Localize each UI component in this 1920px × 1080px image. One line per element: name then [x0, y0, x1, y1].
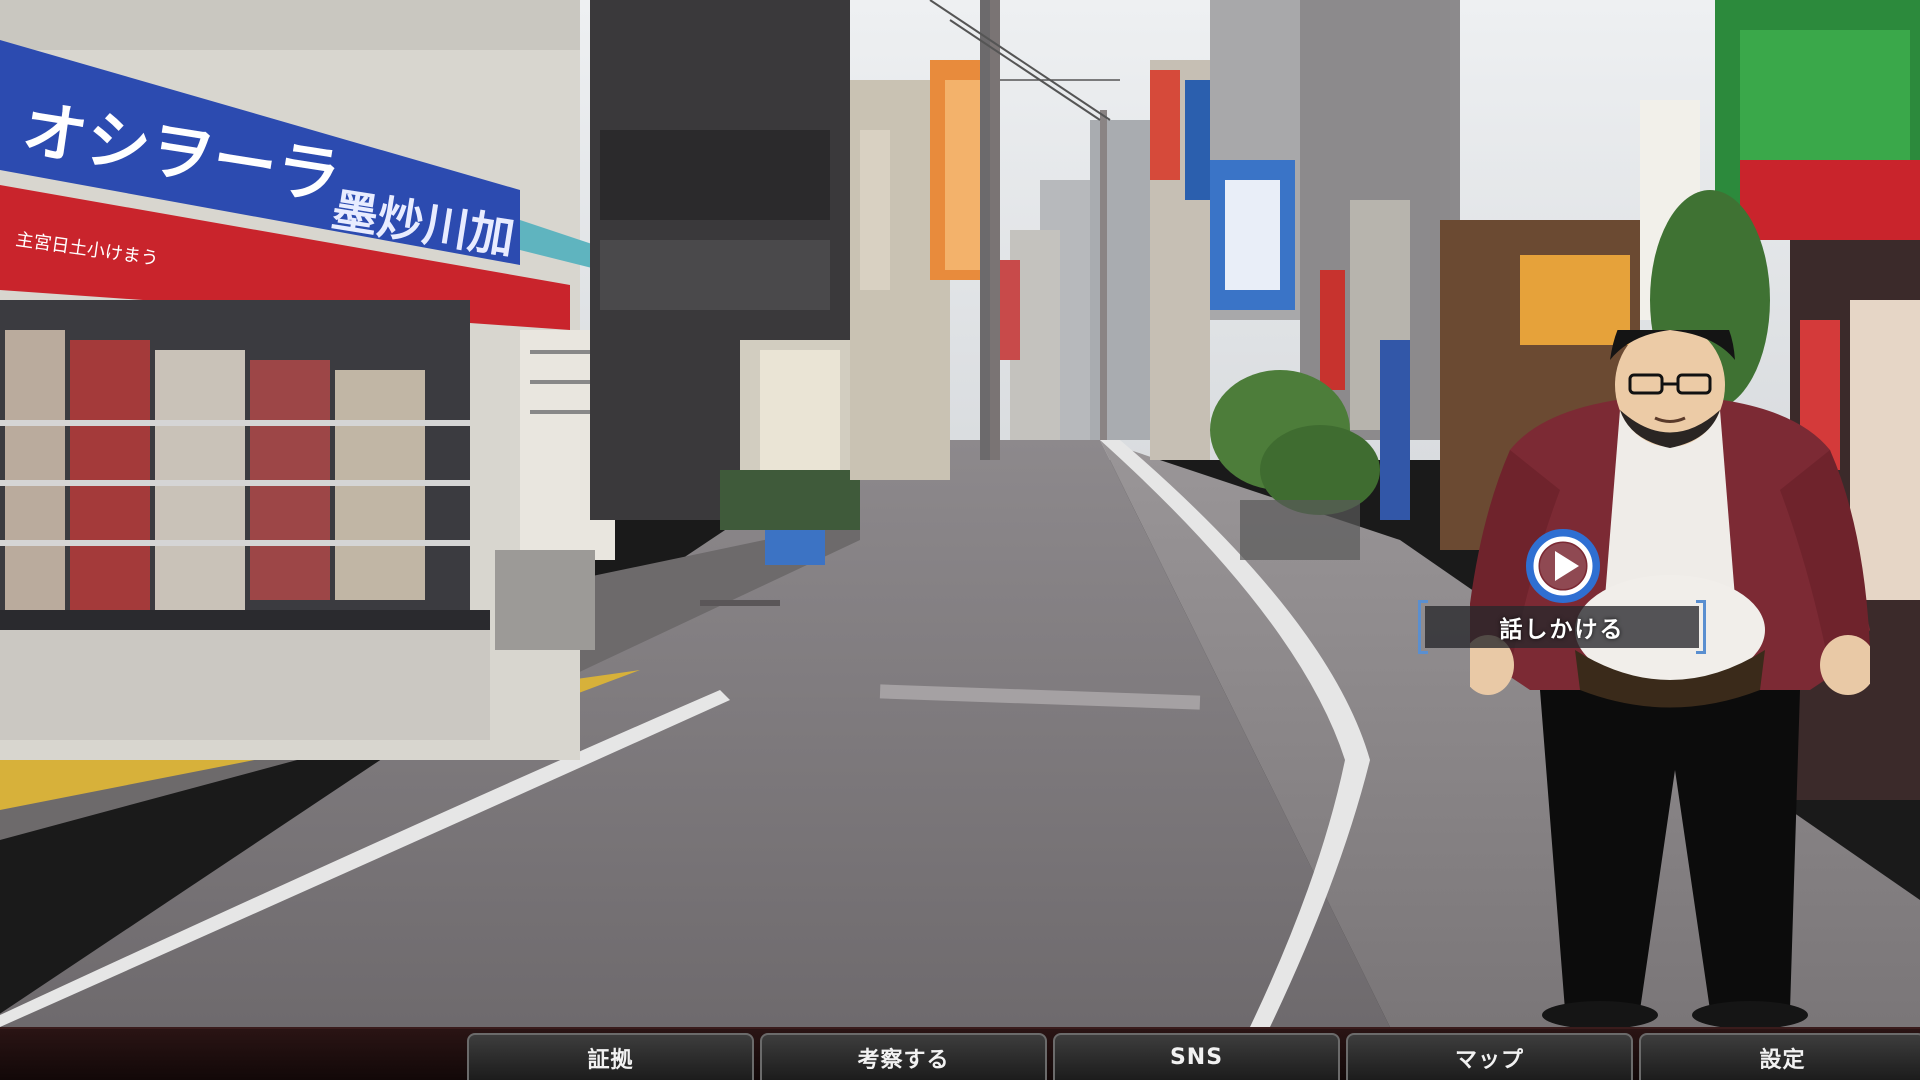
corner-bracket: [1696, 641, 1706, 654]
corner-bracket: [1696, 600, 1706, 613]
consider-button[interactable]: 考察する: [760, 1033, 1047, 1080]
corner-bracket: [1418, 641, 1428, 654]
corner-bracket: [1418, 600, 1428, 613]
play-circle-icon[interactable]: [1524, 527, 1602, 605]
game-screen: オシヲーラ 墨炒川加 主宮日土小けまう: [0, 0, 1920, 1080]
map-button[interactable]: マップ: [1346, 1033, 1633, 1080]
evidence-button[interactable]: 証拠: [467, 1033, 754, 1080]
bottom-menu: 証拠 考察する SNS マップ 設定: [467, 1033, 1920, 1080]
talk-button[interactable]: 話しかける: [1418, 600, 1706, 654]
npc-character[interactable]: [1470, 330, 1870, 1030]
settings-button[interactable]: 設定: [1639, 1033, 1920, 1080]
sns-button[interactable]: SNS: [1053, 1033, 1340, 1080]
talk-label: 話しかける: [1500, 610, 1625, 644]
